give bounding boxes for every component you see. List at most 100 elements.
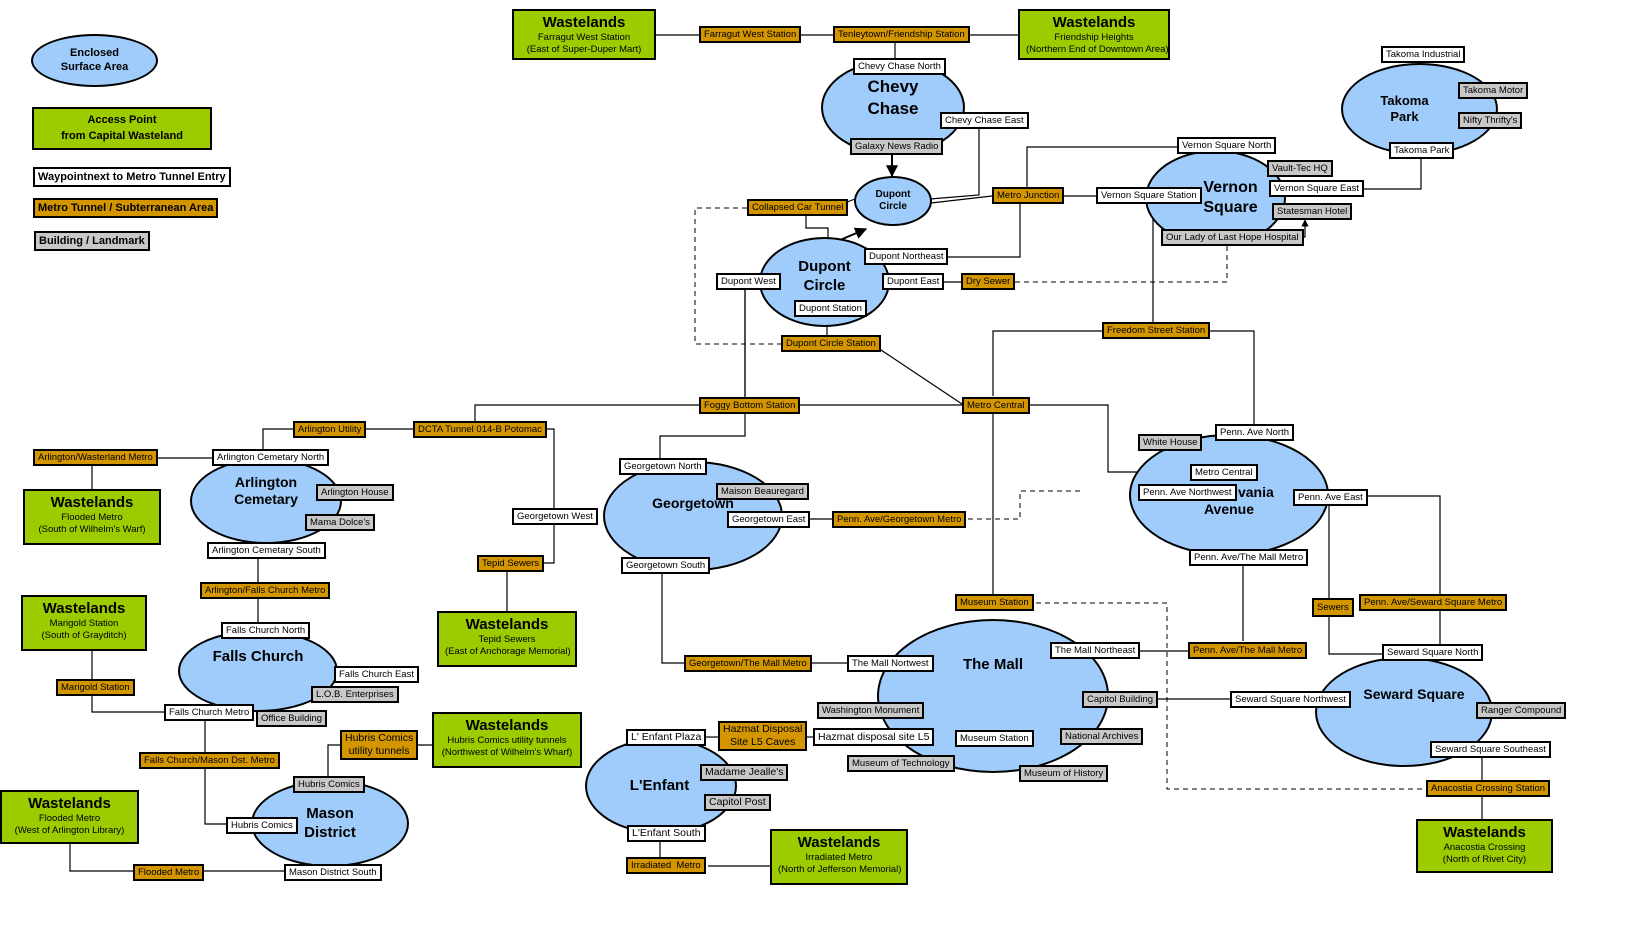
waypoint-vernon-square-north[interactable]: Vernon Square North	[1177, 137, 1277, 154]
waypoint-lenfant-south[interactable]: L'Enfant South	[627, 825, 706, 842]
waypoint-falls-church-east[interactable]: Falls Church East	[334, 666, 419, 683]
building-madame-jealles[interactable]: Madame Jealle's	[700, 764, 789, 781]
metro-hubris-comics-tunnels[interactable]: Hubris Comics utility tunnels	[340, 730, 419, 760]
wasteland-irradiated-metro[interactable]: Wastelands Irradiated Metro (North of Je…	[770, 829, 908, 885]
waypoint-arlington-cemetary-south[interactable]: Arlington Cemetary South	[207, 542, 326, 559]
metro-tepid-sewers[interactable]: Tepid Sewers	[477, 555, 545, 572]
metro-penn-seward[interactable]: Penn. Ave/Seward Square Metro	[1359, 594, 1508, 611]
waypoint-penn-ave-northwest[interactable]: Penn. Ave Northwest	[1138, 484, 1237, 501]
waypoint-chevy-chase-east[interactable]: Chevy Chase East	[940, 112, 1029, 129]
metro-central[interactable]: Metro Central	[962, 397, 1030, 414]
waypoint-seward-square-southeast[interactable]: Seward Square Southeast	[1430, 741, 1551, 758]
waypoint-mall-museum-station[interactable]: Museum Station	[955, 730, 1034, 747]
building-arlington-house[interactable]: Arlington House	[316, 484, 394, 501]
wasteland-anacostia-crossing[interactable]: Wastelands Anacostia Crossing (North of …	[1416, 819, 1553, 873]
waypoint-falls-church-metro[interactable]: Falls Church Metro	[164, 704, 255, 721]
metro-freedom-street-station[interactable]: Freedom Street Station	[1102, 322, 1211, 339]
waypoint-mason-district-south[interactable]: Mason District South	[284, 864, 382, 881]
wasteland-tepid-sewers[interactable]: Wastelands Tepid Sewers (East of Anchora…	[437, 611, 577, 667]
area-arlington-cemetary[interactable]: Arlington Cemetary	[190, 458, 342, 544]
waypoint-dupont-station[interactable]: Dupont Station	[794, 300, 867, 317]
waypoint-hazmat-site[interactable]: Hazmat disposal site L5	[813, 728, 935, 746]
waypoint-vernon-square-station[interactable]: Vernon Square Station	[1096, 187, 1202, 204]
building-capitol-post[interactable]: Capitol Post	[704, 794, 771, 811]
waypoint-penn-ave-mall-metro[interactable]: Penn. Ave/The Mall Metro	[1189, 549, 1309, 566]
metro-museum-station[interactable]: Museum Station	[955, 594, 1034, 611]
metro-penn-georgetown[interactable]: Penn. Ave/Georgetown Metro	[832, 511, 967, 528]
metro-junction[interactable]: Metro Junction	[992, 187, 1065, 204]
metro-dry-sewer[interactable]: Dry Sewer	[961, 273, 1016, 290]
waypoint-dupont-east[interactable]: Dupont East	[882, 273, 945, 290]
line	[537, 428, 586, 516]
metro-penn-mall[interactable]: Penn. Ave/The Mall Metro	[1188, 642, 1308, 659]
metro-anacostia-crossing[interactable]: Anacostia Crossing Station	[1426, 780, 1551, 797]
area-dupont-circle-small[interactable]: Dupont Circle	[854, 176, 932, 226]
building-museum-of-technology[interactable]: Museum of Technology	[847, 755, 955, 772]
wasteland-marigold-station[interactable]: Wastelands Marigold Station (South of Gr…	[21, 595, 147, 651]
wasteland-friendship-heights[interactable]: Wastelands Friendship Heights (Northern …	[1018, 9, 1170, 60]
building-hubris-comics[interactable]: Hubris Comics	[293, 776, 365, 793]
waypoint-vernon-square-east[interactable]: Vernon Square East	[1269, 180, 1365, 197]
wasteland-hubris-comics[interactable]: Wastelands Hubris Comics utility tunnels…	[432, 712, 582, 768]
legend-metro-tunnel: Metro Tunnel / Subterranean Area	[33, 198, 219, 218]
metro-arlington-falls-church[interactable]: Arlington/Falls Church Metro	[200, 582, 331, 599]
waypoint-georgetown-east[interactable]: Georgetown East	[727, 511, 811, 528]
waypoint-georgetown-south[interactable]: Georgetown South	[621, 557, 711, 574]
building-national-archives[interactable]: National Archives	[1060, 728, 1144, 745]
building-last-hope-hospital[interactable]: Our Lady of Last Hope Hospital	[1161, 229, 1304, 246]
metro-hazmat-caves[interactable]: Hazmat Disposal Site L5 Caves	[718, 721, 808, 751]
waypoint-mason-hubris-comics[interactable]: Hubris Comics	[226, 817, 298, 834]
building-vault-tec-hq[interactable]: Vault-Tec HQ	[1267, 160, 1333, 177]
metro-marigold-station[interactable]: Marigold Station	[56, 679, 135, 696]
line	[204, 768, 226, 825]
building-office-building[interactable]: Office Building	[256, 710, 328, 727]
line	[1365, 495, 1441, 594]
building-white-house[interactable]: White House	[1138, 434, 1203, 451]
metro-arlington-utility[interactable]: Arlington Utility	[293, 421, 367, 438]
waypoint-penn-metro-central[interactable]: Metro Central	[1190, 464, 1258, 481]
building-washington-monument[interactable]: Washington Monument	[817, 702, 925, 719]
waypoint-arlington-cemetary-north[interactable]: Arlington Cemetary North	[212, 449, 330, 466]
building-capitol-building[interactable]: Capitol Building	[1082, 691, 1159, 708]
building-galaxy-news-radio[interactable]: Galaxy News Radio	[850, 138, 944, 155]
building-statesman-hotel[interactable]: Statesman Hotel	[1272, 203, 1353, 220]
wasteland-flooded-metro-library[interactable]: Wastelands Flooded Metro (West of Arling…	[0, 790, 139, 844]
waypoint-mall-northeast[interactable]: The Mall Northeast	[1050, 642, 1141, 659]
metro-falls-mason[interactable]: Falls Church/Mason Dst. Metro	[139, 752, 280, 769]
metro-dupont-circle-station[interactable]: Dupont Circle Station	[781, 335, 881, 352]
building-maison-beauregard[interactable]: Maison Beauregard	[716, 483, 809, 500]
metro-sewers[interactable]: Sewers	[1312, 598, 1354, 617]
metro-farragut-west-station[interactable]: Farragut West Station	[699, 26, 802, 43]
waypoint-dupont-west[interactable]: Dupont West	[716, 273, 781, 290]
metro-collapsed-car-tunnel[interactable]: Collapsed Car Tunnel	[747, 199, 849, 216]
waypoint-dupont-northeast[interactable]: Dupont Northeast	[864, 248, 949, 265]
metro-irradiated-metro[interactable]: Irradiated Metro	[626, 857, 706, 874]
building-lob-enterprises[interactable]: L.O.B. Enterprises	[311, 686, 399, 703]
waypoint-penn-ave-east[interactable]: Penn. Ave East	[1293, 489, 1368, 506]
waypoint-mall-northwest[interactable]: The Mall Nortwest	[847, 655, 934, 672]
building-ranger-compound[interactable]: Ranger Compound	[1476, 702, 1567, 719]
building-mama-dolces[interactable]: Mama Dolce's	[305, 514, 375, 531]
area-lenfant[interactable]: L'Enfant	[585, 738, 737, 834]
waypoint-falls-church-north[interactable]: Falls Church North	[221, 622, 311, 639]
metro-foggy-bottom-station[interactable]: Foggy Bottom Station	[699, 397, 801, 414]
metro-dcta-tunnel[interactable]: DCTA Tunnel 014-B Potomac	[413, 421, 547, 438]
waypoint-takoma-park[interactable]: Takoma Park	[1389, 142, 1455, 159]
metro-georgetown-mall[interactable]: Georgetown/The Mall Metro	[684, 655, 812, 672]
building-museum-of-history[interactable]: Museum of History	[1019, 765, 1109, 782]
wasteland-farragut-west[interactable]: Wastelands Farragut West Station (East o…	[512, 9, 656, 60]
building-nifty-thriftys[interactable]: Nifty Thrifty's	[1458, 112, 1523, 129]
waypoint-takoma-industrial[interactable]: Takoma Industrial	[1381, 46, 1466, 63]
metro-arlington-wasterland[interactable]: Arlington/Wasterland Metro	[33, 449, 158, 466]
waypoint-penn-ave-north[interactable]: Penn. Ave North	[1215, 424, 1295, 441]
waypoint-georgetown-north[interactable]: Georgetown North	[619, 458, 707, 475]
waypoint-lenfant-plaza[interactable]: L' Enfant Plaza	[626, 729, 707, 746]
waypoint-seward-square-north[interactable]: Seward Square North	[1382, 644, 1484, 661]
waypoint-georgetown-west[interactable]: Georgetown West	[512, 508, 598, 525]
metro-flooded-metro[interactable]: Flooded Metro	[133, 864, 205, 881]
waypoint-seward-square-northwest[interactable]: Seward Square Northwest	[1230, 691, 1351, 708]
wasteland-flooded-metro-wharf[interactable]: Wastelands Flooded Metro (South of Wilhe…	[23, 489, 161, 545]
waypoint-chevy-chase-north[interactable]: Chevy Chase North	[853, 58, 946, 75]
building-takoma-motor[interactable]: Takoma Motor	[1458, 82, 1529, 99]
metro-tenleytown-station[interactable]: Tenleytown/Friendship Station	[833, 26, 970, 43]
